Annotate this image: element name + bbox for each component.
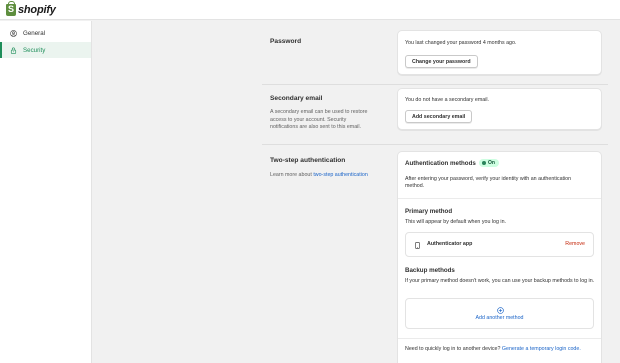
sidebar-item-label: Security	[23, 46, 46, 54]
add-circle-icon	[497, 307, 504, 314]
password-status: You last changed your password 4 months …	[405, 40, 517, 46]
primary-method-row: Authenticator app Remove	[405, 232, 594, 257]
password-card: You last changed your password 4 months …	[397, 30, 602, 75]
sidebar-item-label: General	[23, 29, 46, 37]
auth-methods-description: After entering your password, verify you…	[405, 176, 572, 189]
secondary-email-section-title: Secondary email	[270, 95, 323, 102]
add-method-box[interactable]: Add another method	[405, 298, 594, 329]
secondary-email-description: A secondary email can be used to restore…	[270, 109, 368, 130]
add-another-method-link[interactable]: Add another method	[406, 315, 593, 322]
mobile-phone-icon	[415, 242, 420, 249]
generate-login-code-link[interactable]: Generate a temporary login code.	[502, 346, 581, 352]
two-step-section-title: Two-step authentication	[270, 157, 346, 164]
top-bar: shopify	[0, 0, 620, 20]
card-divider	[398, 198, 601, 199]
add-secondary-email-button[interactable]: Add secondary email	[405, 110, 473, 123]
two-step-learn-more-link[interactable]: two-step authentication	[313, 172, 367, 178]
sidebar-item-general[interactable]: General	[0, 25, 91, 41]
primary-method-name: Authenticator app	[427, 241, 473, 247]
password-section-title: Password	[270, 38, 302, 45]
two-step-card: Authentication methods On After entering…	[397, 151, 602, 363]
primary-method-description: This will appear by default when you log…	[405, 219, 506, 225]
status-dot-icon	[482, 161, 486, 165]
learn-more-prefix: Learn more about	[270, 172, 312, 178]
remove-method-button[interactable]: Remove	[565, 241, 585, 247]
status-badge-label: On	[488, 160, 495, 166]
backup-methods-title: Backup methods	[405, 267, 455, 274]
section-divider	[262, 144, 608, 145]
two-step-learn-more: Learn more about two-step authentication	[270, 172, 400, 180]
auth-methods-title: Authentication methods	[405, 160, 476, 167]
backup-methods-description: If your primary method doesn't work, you…	[405, 278, 595, 284]
temp-login-prefix: Need to quickly log in to another device…	[405, 346, 501, 352]
lock-icon	[10, 47, 17, 54]
person-circle-icon	[10, 29, 17, 37]
section-divider	[262, 84, 608, 85]
sidebar: General Security	[0, 21, 92, 363]
temp-login-footer: Need to quickly log in to another device…	[405, 346, 581, 353]
change-password-button[interactable]: Change your password	[405, 55, 478, 68]
status-badge: On	[479, 159, 499, 167]
card-divider	[398, 338, 601, 339]
shopify-bag-icon	[6, 1, 16, 16]
primary-method-title: Primary method	[405, 208, 453, 215]
brand-name: shopify	[18, 4, 56, 16]
secondary-email-status: You do not have a secondary email.	[405, 97, 490, 103]
secondary-email-card: You do not have a secondary email. Add s…	[397, 88, 602, 130]
sidebar-item-security[interactable]: Security	[0, 42, 91, 58]
shopify-logo[interactable]: shopify	[6, 1, 56, 17]
